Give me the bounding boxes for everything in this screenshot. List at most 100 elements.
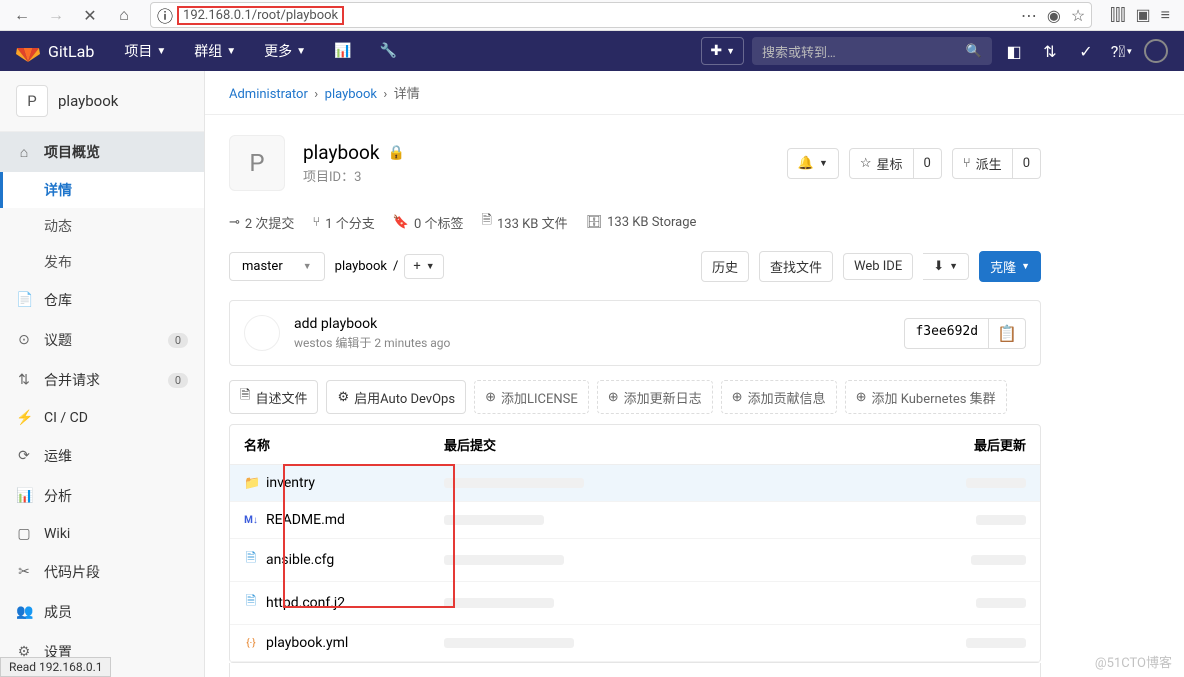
book-icon: ▢ <box>16 526 32 542</box>
bookmark-icon[interactable]: ☆ <box>1071 6 1085 25</box>
sidebar-members[interactable]: 👥成员 <box>0 592 204 632</box>
sidebar-ops[interactable]: ⟳运维 <box>0 436 204 476</box>
nav-groups[interactable]: 群组▼ <box>184 41 246 61</box>
watermark: @51CTO博客 <box>1095 652 1172 671</box>
doc-icon: 📄 <box>16 292 32 308</box>
gitlab-logo-icon[interactable] <box>16 39 40 63</box>
nav-wrench-icon[interactable]: 🔧 <box>369 43 406 59</box>
sidebar-sub-details[interactable]: 详情 <box>0 172 204 208</box>
sidebar-wiki[interactable]: ▢Wiki <box>0 516 204 552</box>
col-name: 名称 <box>244 435 444 454</box>
breadcrumb: Administrator › playbook › 详情 <box>205 71 1184 115</box>
sidebar-issues[interactable]: ⊙议题0 <box>0 320 204 360</box>
sidebar-snippets[interactable]: ✂代码片段 <box>0 552 204 592</box>
stat-tags[interactable]: 🔖 0 个标签 <box>393 211 464 233</box>
crumb-project[interactable]: playbook <box>325 87 377 102</box>
sidebar-mr[interactable]: ⇅合并请求0 <box>0 360 204 400</box>
crumb-admin[interactable]: Administrator <box>229 87 308 102</box>
info-icon: ⓘ <box>157 3 173 27</box>
home-icon: ⌂ <box>16 144 32 161</box>
col-update: 最后更新 <box>946 435 1026 454</box>
mr-icon[interactable]: ⇅ <box>1036 37 1064 65</box>
nav-activity-icon[interactable]: 📊 <box>324 43 361 59</box>
brand-text[interactable]: GitLab <box>48 42 94 61</box>
branch-selector[interactable]: master▼ <box>229 252 325 281</box>
commit-message[interactable]: add playbook <box>294 316 890 332</box>
sidebar-cicd[interactable]: ⚡CI / CD <box>0 400 204 436</box>
forward-button[interactable]: → <box>42 1 70 29</box>
page-title: playbook 🔒 <box>303 141 405 164</box>
help-icon[interactable]: ?⃝ ▼ <box>1108 37 1136 65</box>
add-k8s-button[interactable]: ⊕ 添加 Kubernetes 集群 <box>845 380 1007 414</box>
sidebar-project-header[interactable]: P playbook <box>0 71 204 132</box>
back-button[interactable]: ← <box>8 1 36 29</box>
issue-icon: ⊙ <box>16 332 32 348</box>
sidebar-overview[interactable]: ⌂ 项目概览 <box>0 132 204 172</box>
url-bar[interactable]: ⓘ 192.168.0.1/root/playbook ⋯ ◉ ☆ <box>150 2 1092 28</box>
webide-button[interactable]: Web IDE <box>843 253 913 280</box>
download-button[interactable]: ⬇ ▼ <box>923 253 969 280</box>
stat-branches[interactable]: ⑂ 1 个分支 <box>312 211 374 233</box>
last-commit: add playbook westos 编辑于 2 minutes ago f3… <box>229 300 1041 366</box>
reader-icon[interactable]: ◉ <box>1047 6 1061 25</box>
url-text: 192.168.0.1/root/playbook <box>177 6 344 25</box>
readme-badge[interactable]: 🗎 自述文件 <box>229 380 318 414</box>
ops-icon: ⟳ <box>16 448 32 464</box>
home-button[interactable]: ⌂ <box>110 1 138 29</box>
find-file-button[interactable]: 查找文件 <box>759 251 833 282</box>
tree-row-folder[interactable]: 📁inventry <box>230 465 1040 502</box>
fork-count[interactable]: 0 <box>1013 148 1041 179</box>
sidebar-icon[interactable]: ▣ <box>1136 5 1151 25</box>
tree-row-readme[interactable]: M↓README.md <box>230 502 1040 539</box>
tree-row-httpd[interactable]: 🗎httpd.conf.j2 <box>230 582 1040 625</box>
menu-icon[interactable]: ≡ <box>1161 5 1170 25</box>
commit-sha[interactable]: f3ee692d <box>904 318 989 349</box>
add-file-dropdown[interactable]: + ▼ <box>404 254 443 279</box>
project-sidebar: P playbook ⌂ 项目概览 详情 动态 发布 📄仓库 ⊙议题0 ⇅合并请… <box>0 71 205 677</box>
stat-storage[interactable]: 🗄 133 KB Storage <box>586 211 697 233</box>
add-contributing-button[interactable]: ⊕ 添加贡献信息 <box>721 380 837 414</box>
main-content: Administrator › playbook › 详情 P playbook… <box>205 71 1184 677</box>
stop-button[interactable]: ✕ <box>76 1 104 29</box>
search-input[interactable]: 搜索或转到… 🔍 <box>752 37 992 65</box>
new-dropdown[interactable]: ✚ ▼ <box>701 37 744 65</box>
user-avatar[interactable] <box>1144 39 1168 63</box>
chart-icon: 📊 <box>16 488 32 504</box>
members-icon: 👥 <box>16 604 32 620</box>
project-stats: ⊸ 2 次提交 ⑂ 1 个分支 🔖 0 个标签 🗎 133 KB 文件 🗄 13… <box>229 211 1041 233</box>
add-changelog-button[interactable]: ⊕ 添加更新日志 <box>597 380 713 414</box>
commit-author-avatar[interactable] <box>244 315 280 351</box>
history-button[interactable]: 历史 <box>701 251 749 282</box>
star-button[interactable]: ☆ 星标 <box>849 148 914 179</box>
tree-row-playbook[interactable]: {·}playbook.yml <box>230 625 1040 662</box>
browser-status: Read 192.168.0.1 <box>0 657 111 677</box>
more-icon[interactable]: ⋯ <box>1021 6 1037 25</box>
col-commit: 最后提交 <box>444 435 946 454</box>
star-count[interactable]: 0 <box>914 148 942 179</box>
snip-icon: ✂ <box>16 564 32 580</box>
stat-commits[interactable]: ⊸ 2 次提交 <box>229 211 294 233</box>
markdown-icon: M↓ <box>244 515 258 526</box>
copy-sha-button[interactable]: 📋 <box>989 318 1026 349</box>
sidebar-sub-releases[interactable]: 发布 <box>0 244 204 280</box>
notification-dropdown[interactable]: 🔔▼ <box>787 148 839 179</box>
library-icon[interactable]: ⫿⫿⫿ <box>1110 5 1125 25</box>
tree-row-ansible[interactable]: 🗎ansible.cfg <box>230 539 1040 582</box>
fork-button[interactable]: ⑂ 派生 <box>952 148 1013 179</box>
gitlab-navbar: GitLab 项目▼ 群组▼ 更多▼ 📊 🔧 ✚ ▼ 搜索或转到… 🔍 ◧ ⇅ … <box>0 31 1184 71</box>
nav-more[interactable]: 更多▼ <box>254 41 316 61</box>
search-icon: 🔍 <box>966 44 982 59</box>
autodevops-button[interactable]: ⚙ 启用Auto DevOps <box>326 380 466 414</box>
nav-projects[interactable]: 项目▼ <box>114 41 176 61</box>
todo-icon[interactable]: ✓ <box>1072 37 1100 65</box>
clone-dropdown[interactable]: 克隆 ▼ <box>979 251 1041 282</box>
sidebar-sub-activity[interactable]: 动态 <box>0 208 204 244</box>
sidebar-repo[interactable]: 📄仓库 <box>0 280 204 320</box>
sidebar-analytics[interactable]: 📊分析 <box>0 476 204 516</box>
merge-icon: ⇅ <box>16 372 32 388</box>
yaml-icon: {·} <box>244 638 258 649</box>
stat-files[interactable]: 🗎 133 KB 文件 <box>482 211 568 233</box>
add-license-button[interactable]: ⊕ 添加LICENSE <box>474 380 589 414</box>
issues-icon[interactable]: ◧ <box>1000 37 1028 65</box>
file-icon: 🗎 <box>244 549 258 571</box>
